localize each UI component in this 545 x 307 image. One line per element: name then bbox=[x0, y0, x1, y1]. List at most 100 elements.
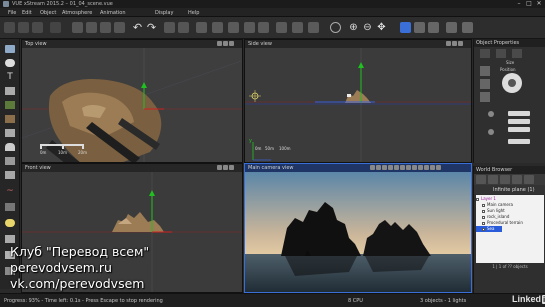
front-view-header: Front view bbox=[22, 164, 242, 172]
cloud-icon[interactable] bbox=[5, 143, 15, 151]
maximize-button[interactable]: □ bbox=[524, 0, 534, 8]
spot-light-icon[interactable] bbox=[5, 235, 15, 243]
top-view-title: Top view bbox=[25, 41, 47, 47]
menu-animation[interactable]: Animation bbox=[100, 10, 126, 16]
align-icon[interactable] bbox=[276, 22, 287, 33]
import-icon[interactable] bbox=[5, 203, 15, 211]
terrain-icon[interactable] bbox=[5, 115, 15, 123]
pan-icon[interactable]: ✥ bbox=[376, 22, 387, 33]
unlink-icon[interactable] bbox=[258, 22, 269, 33]
new-scene-icon[interactable] bbox=[4, 22, 15, 33]
camera-view-controls[interactable] bbox=[369, 165, 469, 171]
scale-label: 0m bbox=[255, 146, 262, 151]
tab-material-icon[interactable] bbox=[496, 49, 506, 58]
viewport-controls[interactable] bbox=[216, 165, 240, 171]
world-browser-title: World Browser bbox=[476, 167, 513, 173]
primitive-icon[interactable] bbox=[5, 87, 15, 95]
water-icon[interactable] bbox=[5, 157, 15, 165]
menu-display[interactable]: Display bbox=[155, 10, 173, 16]
position-z-field[interactable] bbox=[508, 127, 530, 132]
camera-view-viewport[interactable]: Main camera view bbox=[244, 163, 472, 293]
scatter-icon[interactable] bbox=[178, 22, 189, 33]
minimize-button[interactable]: – bbox=[514, 0, 524, 8]
tree-item-sea[interactable]: Sea bbox=[476, 226, 502, 232]
plant-icon[interactable] bbox=[5, 101, 15, 109]
top-view-canvas bbox=[22, 48, 242, 162]
object-properties-title: Object Properties bbox=[476, 40, 520, 46]
top-view-header: Top view bbox=[22, 40, 242, 48]
position-x-field[interactable] bbox=[508, 111, 530, 116]
top-view-viewport[interactable]: Top view 0m 10m 20m bbox=[21, 39, 243, 163]
menu-help[interactable]: Help bbox=[188, 10, 199, 16]
light-icon[interactable] bbox=[5, 219, 15, 227]
link-icon[interactable] bbox=[244, 22, 255, 33]
front-view-title: Front view bbox=[25, 165, 51, 171]
scene-tree[interactable]: Layer 1 Main camera Sun light rock_islan… bbox=[476, 195, 544, 263]
copy-icon[interactable] bbox=[86, 22, 97, 33]
material-icon[interactable] bbox=[212, 22, 223, 33]
camera-icon[interactable] bbox=[446, 22, 457, 33]
menu-file[interactable]: File bbox=[8, 10, 16, 16]
tab-links-icon[interactable] bbox=[512, 175, 522, 184]
position-y-field[interactable] bbox=[508, 119, 530, 124]
text-icon[interactable]: T bbox=[5, 73, 15, 82]
render-icon[interactable] bbox=[414, 22, 425, 33]
move-mode-icon[interactable] bbox=[480, 66, 490, 76]
spline-icon[interactable]: ~ bbox=[5, 187, 15, 196]
tab-textures-icon[interactable] bbox=[500, 175, 510, 184]
app-icon bbox=[3, 1, 9, 7]
lock-icon[interactable] bbox=[488, 111, 494, 117]
tab-library-icon[interactable] bbox=[524, 175, 534, 184]
rotate-icon[interactable] bbox=[308, 22, 319, 33]
globe-icon[interactable] bbox=[330, 22, 341, 33]
cut-icon[interactable] bbox=[72, 22, 83, 33]
world-browser-header: World Browser bbox=[474, 166, 545, 174]
tab-objects-icon[interactable] bbox=[476, 175, 486, 184]
tab-object-icon[interactable] bbox=[480, 49, 490, 58]
viewport-controls[interactable] bbox=[445, 41, 469, 47]
rotate-mode-icon[interactable] bbox=[480, 79, 490, 89]
redo-icon[interactable]: ↷ bbox=[146, 22, 157, 33]
delete-icon[interactable] bbox=[114, 22, 125, 33]
zoom-out-icon[interactable]: ⊖ bbox=[362, 22, 373, 33]
side-view-title: Side view bbox=[248, 41, 272, 47]
select-tool-icon[interactable] bbox=[5, 45, 15, 53]
snapshot-icon[interactable] bbox=[462, 22, 473, 33]
size-field[interactable] bbox=[508, 139, 530, 144]
save-icon[interactable] bbox=[32, 22, 43, 33]
world-browser-subheader: Infinite plane (1) bbox=[474, 185, 545, 194]
world-browser-tabs bbox=[474, 174, 545, 185]
group-icon[interactable] bbox=[196, 22, 207, 33]
menu-object[interactable]: Object bbox=[40, 10, 56, 16]
sphere-icon[interactable] bbox=[5, 59, 15, 67]
zoom-in-icon[interactable]: ⊕ bbox=[348, 22, 359, 33]
render-display-icon[interactable] bbox=[428, 22, 439, 33]
options-icon[interactable] bbox=[50, 22, 61, 33]
drop-icon[interactable] bbox=[292, 22, 303, 33]
undo-icon[interactable]: ↶ bbox=[132, 22, 143, 33]
tab-animation-icon[interactable] bbox=[512, 49, 522, 58]
linkedin-logo: Linkedin bbox=[512, 294, 545, 304]
open-icon[interactable] bbox=[18, 22, 29, 33]
texture-icon[interactable] bbox=[228, 22, 239, 33]
boolean-icon[interactable] bbox=[5, 171, 15, 179]
rock-icon[interactable] bbox=[5, 129, 15, 137]
selected-object-label: Infinite plane (1) bbox=[493, 187, 535, 193]
side-view-viewport[interactable]: Side view y 0m 50m 100m bbox=[244, 39, 472, 163]
object-properties-panel: Object Properties Size Position bbox=[473, 39, 545, 163]
main-toolbar: ↶ ↷ ⊕ ⊖ ✥ bbox=[0, 17, 545, 39]
menu-edit[interactable]: Edit bbox=[22, 10, 32, 16]
window-title: VUE xStream 2015.2 – 01_04_scene.vue bbox=[12, 1, 113, 7]
tab-materials-icon[interactable] bbox=[488, 175, 498, 184]
render-area-icon[interactable] bbox=[400, 22, 411, 33]
object-properties-header: Object Properties bbox=[474, 39, 545, 47]
close-button[interactable]: ✕ bbox=[534, 0, 544, 8]
camera-view-title: Main camera view bbox=[248, 165, 294, 171]
duplicate-icon[interactable] bbox=[164, 22, 175, 33]
axis-y-label: y bbox=[249, 138, 252, 144]
link-toggle-icon[interactable] bbox=[488, 129, 494, 135]
paste-icon[interactable] bbox=[100, 22, 111, 33]
menu-atmosphere[interactable]: Atmosphere bbox=[62, 10, 92, 16]
scale-mode-icon[interactable] bbox=[480, 92, 490, 102]
viewport-controls[interactable] bbox=[216, 41, 240, 47]
